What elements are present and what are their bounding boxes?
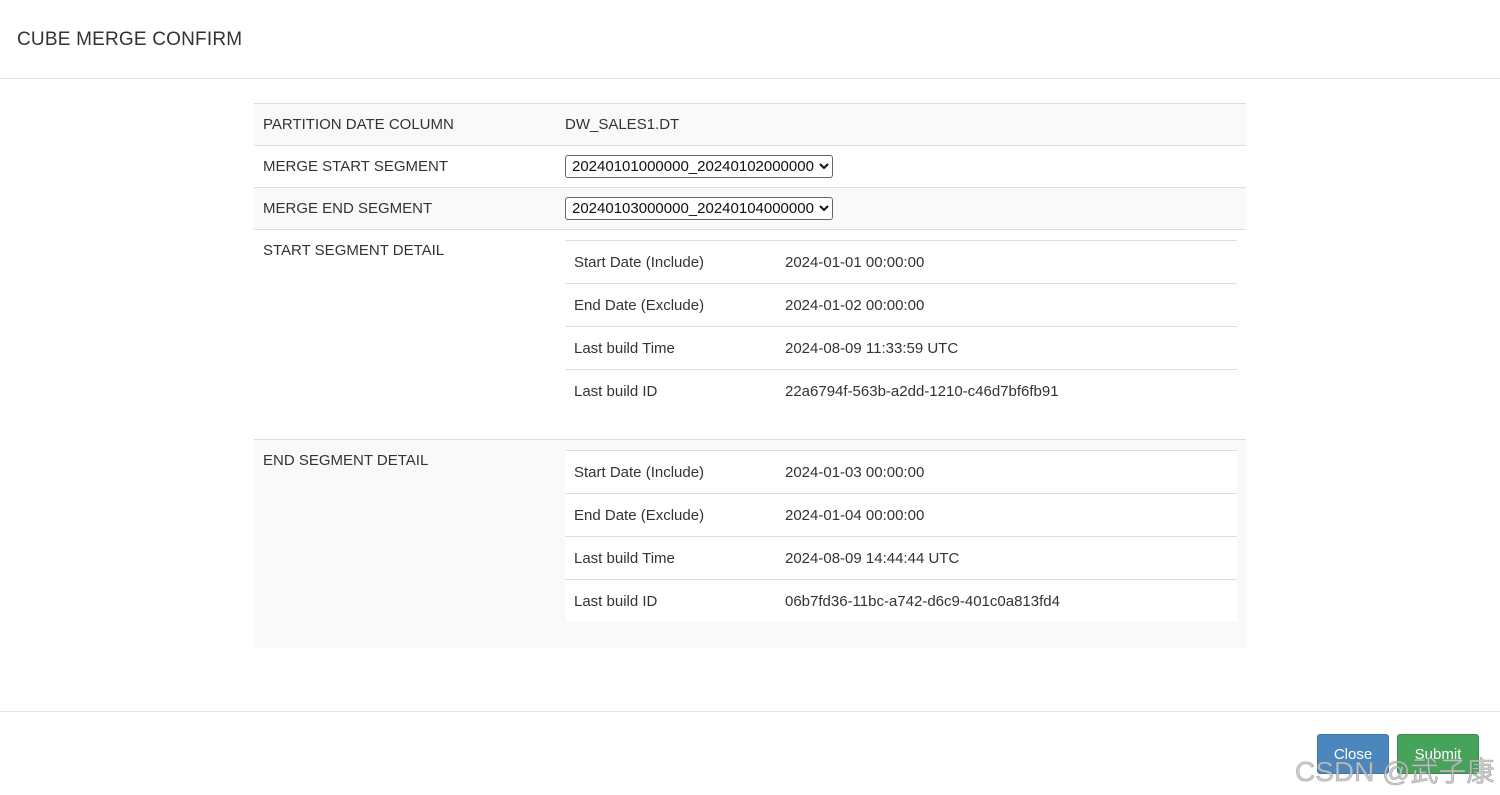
dialog-title: CUBE MERGE CONFIRM [17, 29, 243, 50]
detail-row: Last build Time 2024-08-09 14:44:44 UTC [565, 537, 1237, 580]
start-segment-label: MERGE START SEGMENT [263, 158, 449, 175]
detail-key: Last build ID [574, 382, 658, 400]
detail-row: Last build ID 22a6794f-563b-a2dd-1210-c46… [565, 370, 1237, 412]
row-end-segment: MERGE END SEGMENT 20240103000000_2024010… [254, 188, 1246, 230]
partition-label: PARTITION DATE COLUMN [263, 116, 454, 133]
detail-value: 2024-01-03 00:00:00 [785, 463, 925, 481]
detail-value: 2024-08-09 14:44:44 UTC [785, 549, 960, 567]
detail-key: End Date (Exclude) [574, 506, 705, 524]
start-segment-select[interactable]: 20240101000000_20240102000000 [565, 155, 833, 178]
detail-row: Start Date (Include) 2024-01-03 00:00:00 [565, 451, 1237, 494]
end-detail-table: Start Date (Include) 2024-01-03 00:00:00 … [565, 450, 1237, 622]
detail-key: Start Date (Include) [574, 253, 705, 271]
detail-key: End Date (Exclude) [574, 296, 705, 314]
row-start-segment: MERGE START SEGMENT 20240101000000_20240… [254, 146, 1246, 188]
detail-value: 2024-08-09 11:33:59 UTC [785, 339, 959, 357]
detail-row: End Date (Exclude) 2024-01-04 00:00:00 [565, 494, 1237, 537]
start-detail-label: START SEGMENT DETAIL [263, 242, 445, 259]
row-start-detail: START SEGMENT DETAIL Start Date (Include… [254, 230, 1246, 440]
end-segment-select[interactable]: 20240103000000_20240104000000 [565, 197, 833, 220]
detail-value: 2024-01-01 00:00:00 [785, 253, 925, 271]
row-partition-column: PARTITION DATE COLUMN DW_SALES1.DT [254, 104, 1246, 146]
end-detail-label: END SEGMENT DETAIL [263, 452, 429, 469]
detail-value: 2024-01-04 00:00:00 [785, 506, 925, 524]
submit-button[interactable]: Submit [1397, 734, 1479, 774]
detail-row: Start Date (Include) 2024-01-01 00:00:00 [565, 241, 1237, 284]
detail-key: Last build Time [574, 549, 675, 567]
detail-key: Last build ID [574, 592, 658, 610]
detail-row: Last build ID 06b7fd36-11bc-a742-d6c9-401… [565, 580, 1237, 622]
detail-value: 2024-01-02 00:00:00 [785, 296, 925, 314]
close-button[interactable]: Close [1317, 734, 1389, 774]
row-end-detail: END SEGMENT DETAIL Start Date (Include) 2… [254, 440, 1246, 648]
detail-key: Start Date (Include) [574, 463, 705, 481]
start-detail-table: Start Date (Include) 2024-01-01 00:00:00 … [565, 240, 1237, 412]
detail-value: 22a6794f-563b-a2dd-1210-c46d7bf6fb91 [785, 382, 1059, 400]
end-segment-label: MERGE END SEGMENT [263, 200, 433, 217]
detail-value: 06b7fd36-11bc-a742-d6c9-401c0a813fd4 [785, 592, 1060, 610]
detail-key: Last build Time [574, 339, 675, 357]
detail-row: Last build Time 2024-08-09 11:33:59 UTC [565, 327, 1237, 370]
merge-table: PARTITION DATE COLUMN DW_SALES1.DT MERGE… [254, 103, 1246, 648]
detail-row: End Date (Exclude) 2024-01-02 00:00:00 [565, 284, 1237, 327]
dialog-footer-divider [0, 711, 1500, 712]
partition-value: DW_SALES1.DT [565, 116, 680, 133]
